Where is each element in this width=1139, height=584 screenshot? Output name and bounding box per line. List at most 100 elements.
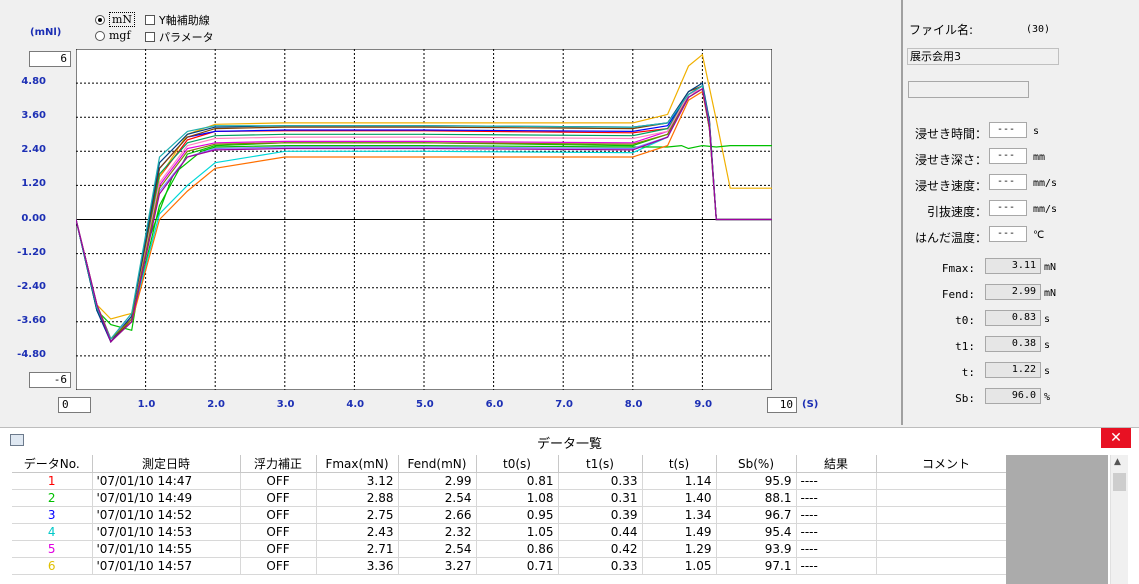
info-panel: ファイル名: (30) 展示会用3 浸せき時間： --- s 浸せき深さ： --… — [901, 0, 1139, 425]
measure-datetime: '07/01/10 14:47 — [92, 472, 241, 490]
buoyancy-correction: OFF — [240, 506, 317, 524]
close-icon: ✕ — [1110, 430, 1122, 446]
column-header[interactable]: t(s) — [642, 455, 717, 473]
x-max-input[interactable]: 10 — [767, 397, 797, 413]
table-row[interactable]: 4'07/01/10 14:53 OFF 2.43 2.32 1.05 0.44 1.49 9… — [12, 523, 1017, 541]
dip-speed-unit: mm/s — [1033, 178, 1058, 189]
row-number: 5 — [12, 540, 93, 558]
fmax-cell: 3.36 — [316, 557, 399, 575]
x-min-input[interactable]: 0 — [58, 397, 91, 413]
column-header[interactable]: Sb(%) — [716, 455, 797, 473]
table-header-row: データNo. 測定日時 浮力補正 Fmax(mN) Fend(mN) t0(s) t1(s)… — [12, 455, 1017, 473]
column-header[interactable]: コメント — [876, 455, 1017, 473]
result-cell: ---- — [796, 523, 877, 541]
buoyancy-correction: OFF — [240, 472, 317, 490]
y-tick-label: 3.60 — [21, 110, 46, 122]
y-aux-line-checkbox[interactable]: Y軸補助線 — [145, 12, 210, 28]
t1-cell: 0.42 — [558, 540, 643, 558]
sb-cell: 95.9 — [716, 472, 797, 490]
comment-cell — [876, 506, 1017, 524]
t0-cell: 1.08 — [476, 489, 559, 507]
sb-label: Sb: — [955, 392, 975, 405]
t0-cell: 0.95 — [476, 506, 559, 524]
comment-cell — [876, 489, 1017, 507]
t1-cell: 0.33 — [558, 472, 643, 490]
t0-value: 0.83 — [985, 310, 1041, 326]
result-cell: ---- — [796, 472, 877, 490]
measure-datetime: '07/01/10 14:55 — [92, 540, 241, 558]
y-tick-label: -4.80 — [17, 348, 46, 360]
fend-cell: 3.27 — [398, 557, 477, 575]
t-label: t: — [961, 366, 975, 379]
fend-cell: 2.99 — [398, 472, 477, 490]
measure-datetime: '07/01/10 14:57 — [92, 557, 241, 575]
column-header[interactable]: 測定日時 — [92, 455, 241, 473]
parameter-checkbox[interactable]: パラメータ — [145, 29, 214, 45]
sb-unit: % — [1044, 392, 1051, 403]
row-number: 6 — [12, 557, 93, 575]
x-tick-label: 3.0 — [276, 399, 295, 410]
x-tick-label: 7.0 — [555, 399, 573, 410]
table-row[interactable]: 3'07/01/10 14:52 OFF 2.75 2.66 0.95 0.39 1.34 9… — [12, 506, 1017, 524]
y-tick-label: -2.40 — [17, 280, 46, 292]
pull-speed-value: --- — [989, 200, 1027, 216]
t0-cell: 1.05 — [476, 523, 559, 541]
fmax-value: 3.11 — [985, 258, 1041, 274]
fmax-cell: 2.71 — [316, 540, 399, 558]
dip-time-value: --- — [989, 122, 1027, 138]
table-row[interactable]: 1'07/01/10 14:47 OFF 3.12 2.99 0.81 0.33 1.14 9… — [12, 472, 1017, 490]
column-header[interactable]: 浮力補正 — [240, 455, 317, 473]
vertical-scrollbar[interactable]: ▲ — [1110, 455, 1128, 584]
row-number: 3 — [12, 506, 93, 524]
fend-unit: mN — [1044, 288, 1057, 299]
dip-speed-label: 浸せき速度： — [914, 179, 987, 193]
x-tick-label: 8.0 — [624, 399, 643, 410]
column-header[interactable]: Fend(mN) — [398, 455, 477, 473]
fend-label: Fend: — [941, 288, 975, 301]
data-table: データNo. 測定日時 浮力補正 Fmax(mN) Fend(mN) t0(s) t1(s)… — [12, 455, 1017, 575]
radio-icon — [95, 14, 105, 25]
sb-value: 96.0 — [985, 388, 1041, 404]
x-tick-label: 5.0 — [416, 399, 434, 410]
close-button[interactable]: ✕ — [1101, 428, 1131, 448]
column-header[interactable]: t1(s) — [558, 455, 643, 473]
table-empty-area — [1006, 455, 1108, 584]
row-number: 1 — [12, 472, 93, 490]
sb-cell: 97.1 — [716, 557, 797, 575]
comment-cell — [876, 523, 1017, 541]
fend-cell: 2.54 — [398, 489, 477, 507]
result-cell: ---- — [796, 506, 877, 524]
column-header[interactable]: Fmax(mN) — [316, 455, 399, 473]
pull-speed-unit: mm/s — [1033, 204, 1058, 215]
dip-time-label: 浸せき時間： — [914, 127, 987, 141]
t0-cell: 0.71 — [476, 557, 559, 575]
y-max-input[interactable]: 6 — [29, 51, 71, 67]
column-header[interactable]: データNo. — [12, 455, 93, 473]
dip-depth-label: 浸せき深さ： — [914, 153, 987, 167]
row-number: 4 — [12, 523, 93, 541]
filename-label: ファイル名: — [909, 23, 974, 37]
x-unit-label: (S) — [802, 399, 819, 410]
table-row[interactable]: 5'07/01/10 14:55 OFF 2.71 2.54 0.86 0.42 1.29 9… — [12, 540, 1017, 558]
column-header[interactable]: 結果 — [796, 455, 877, 473]
unit-mN-radio[interactable]: mN — [95, 12, 136, 27]
sb-cell: 88.1 — [716, 489, 797, 507]
row-number: 2 — [12, 489, 93, 507]
t0-cell: 0.81 — [476, 472, 559, 490]
y-tick-label: -1.20 — [17, 246, 46, 258]
t1-value: 0.38 — [985, 336, 1041, 352]
dip-time-unit: s — [1033, 126, 1040, 137]
result-cell: ---- — [796, 540, 877, 558]
fmax-label: Fmax: — [941, 262, 975, 275]
table-row[interactable]: 6'07/01/10 14:57 OFF 3.36 3.27 0.71 0.33 1.05 9… — [12, 557, 1017, 575]
scroll-thumb[interactable] — [1113, 473, 1126, 491]
scroll-up-icon[interactable]: ▲ — [1114, 457, 1121, 467]
y-min-input[interactable]: -6 — [29, 372, 71, 388]
unit-mgf-radio[interactable]: mgf — [95, 29, 131, 42]
x-tick-label: 9.0 — [694, 399, 713, 410]
t0-unit: s — [1044, 314, 1051, 325]
fmax-cell: 3.12 — [316, 472, 399, 490]
table-row[interactable]: 2'07/01/10 14:49 OFF 2.88 2.54 1.08 0.31 1.40 8… — [12, 489, 1017, 507]
column-header[interactable]: t0(s) — [476, 455, 559, 473]
measure-datetime: '07/01/10 14:52 — [92, 506, 241, 524]
